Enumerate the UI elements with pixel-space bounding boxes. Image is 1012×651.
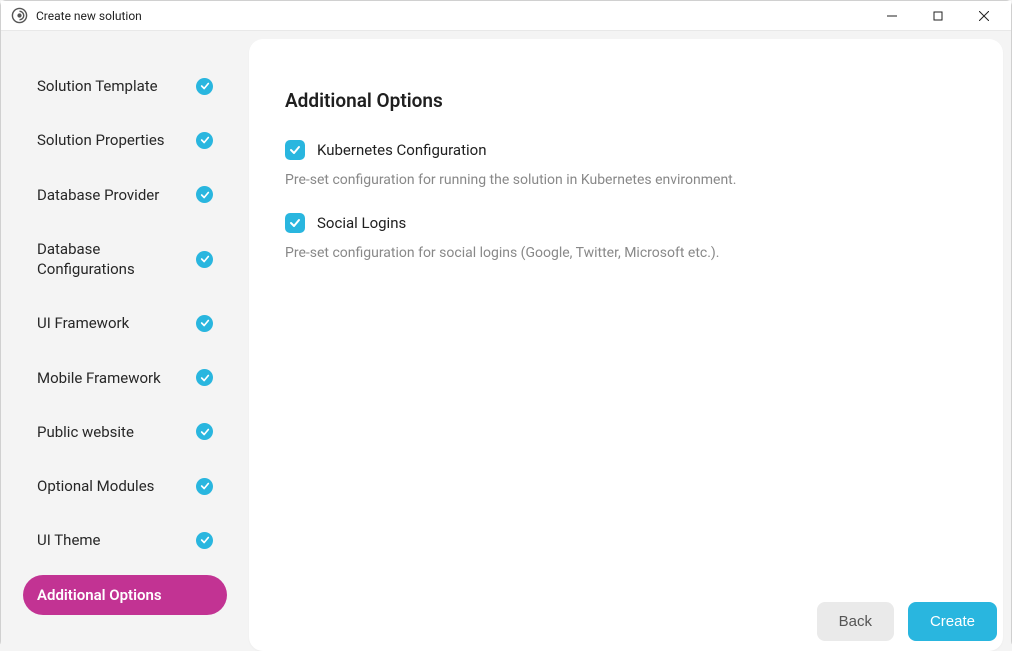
option-description: Pre-set configuration for social logins … (285, 243, 967, 264)
back-button[interactable]: Back (817, 602, 894, 641)
sidebar-item[interactable]: UI Framework (23, 303, 227, 343)
sidebar-item[interactable]: Database Configurations (23, 229, 227, 290)
check-icon (196, 478, 213, 495)
sidebar-item-label: Optional Modules (37, 476, 196, 496)
sidebar-item[interactable]: Database Provider (23, 175, 227, 215)
check-icon (196, 315, 213, 332)
option-block: Kubernetes Configuration Pre-set configur… (285, 140, 967, 191)
create-button[interactable]: Create (908, 602, 997, 641)
sidebar-item[interactable]: Solution Properties (23, 120, 227, 160)
option-block: Social Logins Pre-set configuration for s… (285, 213, 967, 264)
sidebar-item-label: Database Provider (37, 185, 196, 205)
app-icon (11, 7, 28, 24)
sidebar-item-label: Additional Options (37, 585, 213, 605)
check-icon (196, 186, 213, 203)
sidebar-item[interactable]: Solution Template (23, 66, 227, 106)
window-controls (869, 1, 1007, 31)
option-description: Pre-set configuration for running the so… (285, 170, 967, 191)
sidebar-item-label: Solution Properties (37, 130, 196, 150)
sidebar-item-label: UI Theme (37, 530, 196, 550)
main-panel: Additional Options Kubernetes Configurat… (249, 39, 1003, 651)
sidebar-item-label: Public website (37, 422, 196, 442)
content-area: Solution Template Solution Properties Data… (1, 31, 1011, 651)
sidebar-item[interactable]: Mobile Framework (23, 358, 227, 398)
check-icon (196, 532, 213, 549)
check-icon (196, 423, 213, 440)
window-title: Create new solution (36, 9, 142, 23)
sidebar-item[interactable]: Optional Modules (23, 466, 227, 506)
checkbox[interactable] (285, 213, 305, 233)
sidebar-item[interactable]: Additional Options (23, 575, 227, 615)
option-label: Kubernetes Configuration (317, 141, 486, 159)
sidebar-item[interactable]: Public website (23, 412, 227, 452)
checkbox[interactable] (285, 140, 305, 160)
check-icon (196, 132, 213, 149)
check-icon (196, 78, 213, 95)
close-button[interactable] (961, 1, 1007, 31)
option-row: Social Logins (285, 213, 967, 233)
maximize-button[interactable] (915, 1, 961, 31)
sidebar-item-label: Mobile Framework (37, 368, 196, 388)
check-icon (196, 369, 213, 386)
sidebar-item-label: Solution Template (37, 76, 196, 96)
option-label: Social Logins (317, 214, 406, 232)
footer: Back Create (817, 602, 997, 641)
option-row: Kubernetes Configuration (285, 140, 967, 160)
sidebar-item-label: UI Framework (37, 313, 196, 333)
sidebar-item-label: Database Configurations (37, 239, 196, 280)
minimize-button[interactable] (869, 1, 915, 31)
sidebar-item[interactable]: UI Theme (23, 520, 227, 560)
page-title: Additional Options (285, 89, 967, 112)
options-container: Kubernetes Configuration Pre-set configur… (285, 140, 967, 264)
sidebar: Solution Template Solution Properties Data… (1, 31, 249, 651)
titlebar: Create new solution (1, 1, 1011, 31)
check-icon (196, 251, 213, 268)
